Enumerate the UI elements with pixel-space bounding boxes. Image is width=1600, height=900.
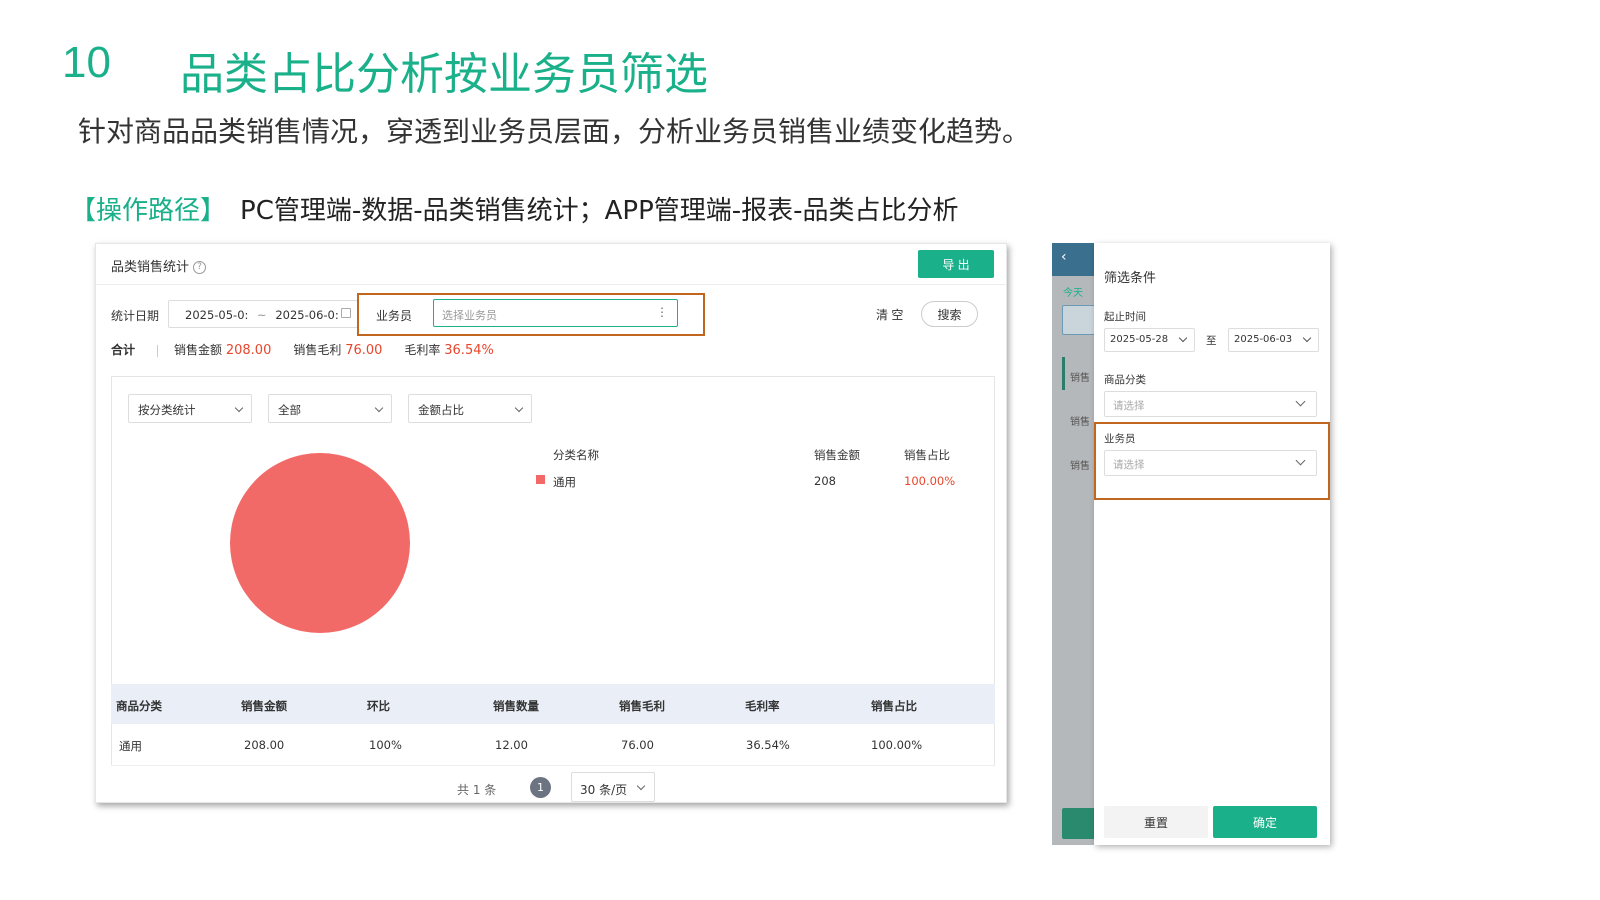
legend-header-amount: 销售金额 — [814, 448, 860, 462]
header-divider — [96, 284, 1006, 285]
table-cell: 76.00 — [621, 738, 654, 752]
section-title: 品类占比分析按业务员筛选 — [180, 49, 708, 100]
date-range-picker[interactable]: 2025-05-0: ~ 2025-06-0: — [168, 300, 358, 328]
date-separator: ~ — [257, 308, 267, 322]
date-to-label: 至 — [1206, 335, 1217, 347]
legend-item-share: 100.00% — [904, 474, 956, 488]
sales-amount-value: 208.00 — [225, 343, 272, 358]
date-label: 统计日期 — [111, 309, 160, 323]
section-subtitle: 针对商品品类销售情况，穿透到业务员层面，分析业务员销售业绩变化趋势。 — [78, 115, 1031, 148]
summary-total-label: 合计 — [111, 343, 136, 357]
group-by-value: 按分类统计 — [138, 403, 196, 417]
table-cell: 100% — [369, 738, 402, 752]
chevron-down-icon — [636, 781, 646, 791]
end-date-value: 2025-06-03 — [1234, 334, 1293, 345]
category-scope-value: 全部 — [278, 403, 301, 417]
legend-header-name: 分类名称 — [553, 448, 599, 462]
table-cell: 通用 — [119, 739, 142, 753]
metric-dropdown[interactable]: 金额占比 — [408, 394, 532, 423]
category-placeholder: 请选择 — [1113, 400, 1145, 412]
column-header[interactable]: 销售毛利 — [619, 698, 665, 714]
confirm-button[interactable]: 确定 — [1213, 806, 1317, 838]
salesperson-highlight-box — [357, 293, 705, 336]
group-by-dropdown[interactable]: 按分类统计 — [128, 394, 252, 423]
app-side-item[interactable]: 销售 — [1070, 457, 1090, 472]
legend-item-name: 通用 — [553, 475, 576, 489]
operation-path: 【操作路径】 PC管理端-数据-品类销售统计；APP管理端-报表-品类占比分析 — [70, 190, 959, 227]
drawer-salesperson-highlight-box — [1094, 422, 1330, 500]
chevron-down-icon — [1178, 333, 1188, 343]
page-title-text: 品类销售统计 — [111, 260, 190, 275]
end-date-picker[interactable]: 2025-06-03 — [1228, 328, 1319, 352]
chevron-down-icon — [514, 403, 524, 413]
sales-amount-label: 销售金额 — [174, 343, 223, 357]
column-header[interactable]: 商品分类 — [116, 698, 162, 714]
calendar-icon — [341, 308, 351, 318]
category-label: 商品分类 — [1104, 374, 1146, 386]
start-date-picker[interactable]: 2025-05-28 — [1104, 328, 1195, 352]
legend-item-amount: 208 — [814, 474, 836, 488]
help-icon[interactable]: ? — [193, 261, 207, 274]
column-header[interactable]: 环比 — [367, 698, 390, 714]
chevron-down-icon — [1302, 333, 1312, 343]
chevron-down-icon — [234, 403, 244, 413]
table-row[interactable]: 通用 208.00 100% 12.00 76.00 36.54% 100.00… — [111, 724, 995, 766]
back-icon[interactable]: ‹ — [1061, 249, 1067, 265]
page-title: 品类销售统计? — [111, 256, 207, 275]
app-side-item[interactable]: 销售 — [1070, 369, 1090, 384]
column-header[interactable]: 毛利率 — [745, 698, 780, 714]
column-header[interactable]: 销售金额 — [241, 698, 287, 714]
search-button[interactable]: 搜索 — [921, 301, 978, 327]
operation-path-tag: 【操作路径】 — [70, 196, 227, 226]
metric-value: 金额占比 — [418, 403, 464, 417]
slide: 10 品类占比分析按业务员筛选 针对商品品类销售情况，穿透到业务员层面，分析业务… — [0, 0, 1600, 900]
pie-slice-通用[interactable] — [230, 453, 410, 633]
table-header: 商品分类 销售金额 环比 销售数量 销售毛利 毛利率 销售占比 — [111, 684, 995, 724]
app-date-tile — [1062, 305, 1096, 335]
summary-row: 合计 销售金额 208.00 销售毛利 76.00 毛利率 36.54% — [111, 341, 516, 358]
chevron-down-icon — [1295, 396, 1306, 407]
table-cell: 36.54% — [746, 738, 790, 752]
gross-profit-label: 销售毛利 — [293, 343, 342, 357]
category-scope-dropdown[interactable]: 全部 — [268, 394, 392, 423]
summary-separator — [157, 344, 159, 357]
margin-value: 36.54% — [444, 343, 494, 358]
section-number: 10 — [62, 38, 111, 87]
legend-header-share: 销售占比 — [904, 448, 950, 462]
date-start: 2025-05-0: — [185, 308, 249, 322]
table-cell: 12.00 — [495, 738, 528, 752]
margin-label: 毛利率 — [404, 343, 441, 357]
category-select[interactable]: 请选择 — [1104, 391, 1317, 417]
column-header[interactable]: 销售数量 — [493, 698, 539, 714]
start-date-value: 2025-05-28 — [1110, 334, 1169, 345]
export-button[interactable]: 导 出 — [918, 250, 994, 278]
pc-category-sales-panel: 品类销售统计? 导 出 统计日期 2025-05-0: ~ 2025-06-0:… — [95, 243, 1007, 803]
pager-total: 共 1 条 — [457, 783, 497, 797]
period-label: 起止时间 — [1104, 311, 1146, 323]
pager-page-1[interactable]: 1 — [530, 777, 551, 798]
table-cell: 208.00 — [244, 738, 285, 752]
date-end: 2025-06-0: — [275, 308, 339, 322]
app-top-bar — [1052, 243, 1096, 276]
drawer-title: 筛选条件 — [1104, 271, 1157, 286]
page-size-select[interactable]: 30 条/页 — [571, 772, 655, 802]
table-cell: 100.00% — [871, 738, 923, 752]
chevron-down-icon — [374, 403, 384, 413]
category-pie-chart — [230, 453, 410, 633]
page-size-value: 30 条/页 — [580, 783, 628, 797]
gross-profit-value: 76.00 — [345, 343, 383, 358]
column-header[interactable]: 销售占比 — [871, 698, 917, 714]
app-side-item[interactable]: 销售 — [1070, 413, 1090, 428]
reset-button[interactable]: 重置 — [1104, 806, 1208, 838]
app-today-tab[interactable]: 今天 — [1063, 284, 1083, 299]
operation-path-text: PC管理端-数据-品类销售统计；APP管理端-报表-品类占比分析 — [240, 196, 959, 226]
clear-button[interactable]: 清 空 — [876, 306, 903, 323]
filter-drawer: 筛选条件 起止时间 2025-05-28 至 2025-06-03 商品分类 请… — [1094, 243, 1330, 845]
legend-swatch — [536, 475, 545, 484]
app-background-button — [1062, 808, 1096, 839]
app-active-indicator — [1062, 357, 1065, 390]
